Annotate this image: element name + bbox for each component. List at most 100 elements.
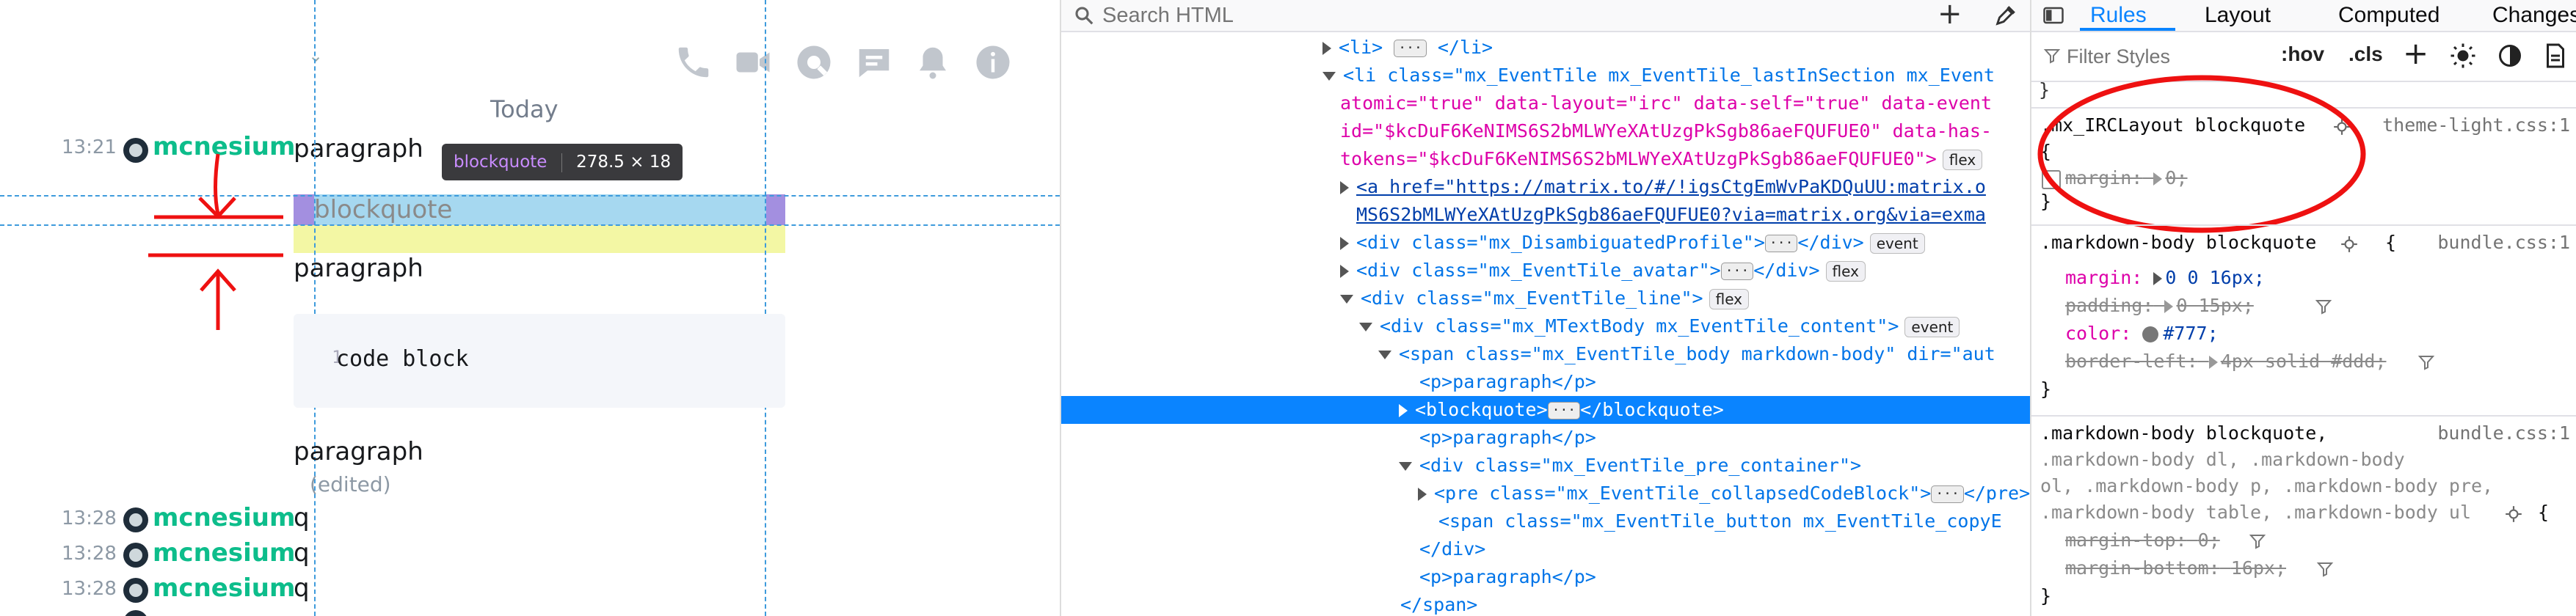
node-line[interactable]: atomic="true" data-layout="irc" data-sel…	[1061, 89, 2031, 117]
node-line[interactable]: <li> ··· </li>	[1061, 34, 2031, 62]
property-margin-bottom-overridden[interactable]: margin-bottom: 16px;	[2065, 557, 2286, 579]
message-sender[interactable]: mcnesium	[153, 573, 295, 603]
video-icon[interactable]	[731, 43, 775, 82]
collapsed-dots[interactable]: ···	[1720, 263, 1754, 280]
property-margin[interactable]: margin: 0 0 16px;	[2065, 267, 2265, 288]
expand-arrow-icon[interactable]	[1340, 265, 1349, 278]
node-line[interactable]: <div class="mx_EventTile_line"> flex	[1061, 285, 2031, 312]
collapse-arrow-icon[interactable]	[1399, 462, 1412, 471]
rule-source-link[interactable]: bundle.css:1	[2437, 422, 2570, 444]
node-line[interactable]: <span class="mx_EventTile_button mx_Even…	[1061, 507, 2031, 535]
node-line[interactable]: <div class="mx_MTextBody mx_EventTile_co…	[1061, 312, 2031, 340]
avatar[interactable]	[123, 507, 148, 532]
avatar[interactable]	[123, 578, 148, 603]
rule-source-link[interactable]: theme-light.css:1	[2382, 114, 2570, 136]
filter-icon[interactable]	[2315, 298, 2332, 315]
flex-badge[interactable]: flex	[1825, 261, 1866, 282]
chat-timeline-pane: ⌄ Today 13:21 mcnesium paragraph blockqu…	[0, 0, 1060, 616]
tab-rules[interactable]: Rules	[2090, 0, 2147, 31]
collapse-arrow-icon[interactable]	[1359, 323, 1372, 331]
tooltip-element-name: blockquote	[454, 153, 547, 172]
rule-source-link[interactable]: bundle.css:1	[2437, 232, 2570, 253]
rule-selector[interactable]: .markdown-body blockquote	[2040, 232, 2316, 253]
code-block: 1 code block	[294, 314, 785, 408]
property-color[interactable]: color: #777;	[2065, 323, 2219, 344]
message-sender[interactable]: mcnesium	[153, 538, 295, 568]
node-line[interactable]: <span class="mx_EventTile_body markdown-…	[1061, 340, 2031, 368]
filter-styles-input[interactable]	[2065, 43, 2266, 70]
node-line[interactable]: <div class="mx_EventTile_pre_container">	[1061, 452, 2031, 480]
tooltip-size: 278.5 × 18	[576, 153, 672, 172]
collapsed-dots[interactable]: ···	[1764, 235, 1798, 252]
property-border-left-overridden[interactable]: border-left: 4px solid #ddd;	[2065, 351, 2386, 372]
node-line[interactable]: <p>paragraph</p>	[1061, 368, 2031, 396]
rule-selector: .markdown-body dl, .markdown-body	[2040, 449, 2405, 470]
light-theme-icon[interactable]	[2450, 43, 2476, 69]
node-line[interactable]: <a href="https://matrix.to/#/!igsCtgEmWv…	[1061, 173, 2031, 201]
expand-arrow-icon[interactable]	[1340, 237, 1349, 250]
threads-icon[interactable]	[794, 43, 834, 82]
add-node-icon[interactable]: +	[1938, 0, 1962, 31]
node-line[interactable]: </div>	[1061, 535, 2031, 563]
collapsed-dots[interactable]: ···	[1931, 485, 1964, 503]
node-line[interactable]: id="$kcDuF6KeNIMS6S2bMLWYeXAtUzgPkSgb86a…	[1061, 117, 2031, 145]
info-icon[interactable]	[973, 43, 1013, 82]
node-line[interactable]: <li class="mx_EventTile mx_EventTile_las…	[1061, 62, 2031, 89]
tab-changes[interactable]: Changes	[2492, 0, 2576, 31]
filter-icon[interactable]	[2249, 532, 2266, 550]
rule-selector: ol, .markdown-body p, .markdown-body pre…	[2040, 475, 2494, 496]
dark-theme-icon[interactable]	[2497, 43, 2523, 69]
phone-icon[interactable]	[674, 43, 713, 82]
message-sender[interactable]: mcnesium	[153, 503, 295, 532]
add-rule-icon[interactable]: +	[2403, 35, 2428, 71]
collapsed-dots[interactable]: ···	[1547, 402, 1581, 419]
css-rule-markdown-blockquote[interactable]: .markdown-body blockquote { bundle.css:1…	[2031, 226, 2576, 418]
color-swatch[interactable]	[2142, 326, 2159, 342]
filter-icon[interactable]	[2316, 560, 2334, 578]
node-line[interactable]: <div class="mx_DisambiguatedProfile"> ···…	[1061, 229, 2031, 257]
expand-arrow-icon[interactable]	[1399, 404, 1408, 417]
eyedropper-icon[interactable]	[1993, 3, 2018, 28]
cls-button[interactable]: .cls	[2348, 43, 2383, 66]
print-media-icon[interactable]	[2542, 43, 2569, 69]
rule-selector[interactable]: .markdown-body blockquote,	[2040, 422, 2327, 444]
expand-arrow-icon[interactable]	[1418, 488, 1427, 501]
selected-node-line[interactable]: <blockquote> ··· </blockquote>	[1061, 396, 2031, 424]
avatar[interactable]	[123, 543, 148, 568]
event-badge[interactable]: event	[1869, 233, 1925, 254]
chat-icon[interactable]	[854, 43, 894, 82]
node-line[interactable]: MS6S2bMLWYeXAtUzgPkSgb86aeFQUFUE0?via=ma…	[1061, 201, 2031, 229]
annotation-ellipse	[2037, 75, 2366, 233]
collapse-arrow-icon[interactable]	[1378, 351, 1391, 359]
node-line[interactable]: <p>paragraph</p>	[1061, 563, 2031, 591]
bell-icon[interactable]	[913, 43, 953, 82]
search-html-input[interactable]	[1101, 1, 1764, 29]
node-line[interactable]: <div class="mx_EventTile_avatar"> ··· </di…	[1061, 257, 2031, 285]
node-line[interactable]: <p>paragraph</p>	[1061, 424, 2031, 452]
tab-computed[interactable]: Computed	[2338, 0, 2439, 31]
filter-icon[interactable]	[2417, 353, 2435, 371]
markup-tree: <li> ··· </li> <li class="mx_EventTile m…	[1061, 34, 2031, 615]
hov-button[interactable]: :hov	[2281, 43, 2324, 66]
event-badge[interactable]: event	[1904, 317, 1960, 337]
highlight-elements-icon[interactable]	[2340, 235, 2359, 254]
collapse-arrow-icon[interactable]	[1322, 72, 1336, 81]
expand-arrow-icon[interactable]	[1322, 42, 1331, 55]
edited-marker[interactable]: (edited)	[310, 472, 391, 496]
collapse-arrow-icon[interactable]	[1340, 295, 1353, 304]
collapsed-dots[interactable]: ···	[1394, 40, 1427, 57]
expand-arrow-icon[interactable]	[1340, 181, 1349, 194]
node-line[interactable]: tokens="$kcDuF6KeNIMS6S2bMLWYeXAtUzgPkSg…	[1061, 145, 2031, 173]
avatar[interactable]	[123, 610, 148, 616]
tab-layout[interactable]: Layout	[2205, 0, 2271, 31]
collapse-chevron-icon[interactable]: ⌄	[308, 45, 323, 66]
node-line[interactable]: <pre class="mx_EventTile_collapsedCodeBl…	[1061, 480, 2031, 507]
node-line[interactable]: </span>	[1061, 591, 2031, 616]
css-rule-markdown-group[interactable]: .markdown-body blockquote, bundle.css:1 …	[2031, 417, 2576, 616]
highlight-elements-icon[interactable]	[2504, 505, 2523, 524]
flex-badge[interactable]: flex	[1942, 150, 1983, 170]
toggle-sidebar-icon[interactable]	[2042, 4, 2065, 26]
flex-badge[interactable]: flex	[1709, 289, 1749, 309]
property-padding-overridden[interactable]: padding: 0 15px;	[2065, 295, 2254, 316]
property-margin-top-overridden[interactable]: margin-top: 0;	[2065, 529, 2220, 551]
